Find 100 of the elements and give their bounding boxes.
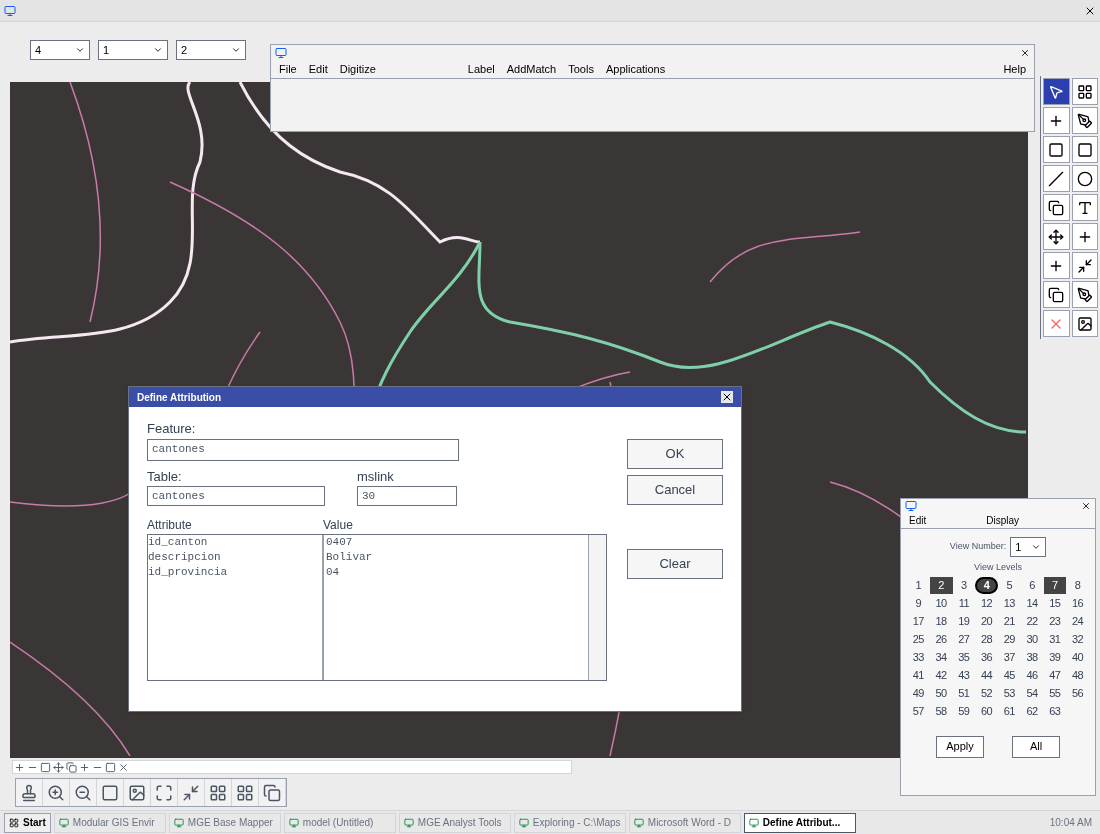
level-toggle[interactable]: 61 [998,702,1021,720]
dropdown[interactable]: 4 [30,40,90,60]
dialog-button[interactable]: Clear [627,549,723,579]
view-control-icon[interactable] [40,761,51,773]
close-icon[interactable] [1020,48,1030,58]
level-toggle[interactable]: 28 [975,630,998,648]
tool-button[interactable] [1071,281,1098,308]
level-toggle[interactable]: 5 [998,576,1021,594]
tool-button[interactable] [1071,310,1098,337]
level-toggle[interactable]: 12 [975,594,998,612]
menu-item[interactable]: Digitize [339,61,376,78]
level-toggle[interactable]: 22 [1020,612,1044,630]
level-toggle[interactable]: 41 [907,666,930,684]
dropdown[interactable]: 2 [176,40,246,60]
level-toggle[interactable]: 29 [998,630,1021,648]
level-button[interactable]: All [1012,735,1060,758]
close-icon[interactable] [1081,501,1091,511]
view-control-icon[interactable] [105,761,116,773]
level-toggle[interactable]: 31 [1043,630,1067,648]
level-toggle[interactable]: 54 [1020,684,1044,702]
level-toggle[interactable]: 21 [998,612,1021,630]
level-toggle[interactable]: 6 [1020,576,1044,594]
level-toggle[interactable]: 49 [907,684,930,702]
level-toggle[interactable]: 57 [907,702,930,720]
menu-item[interactable]: File [279,61,297,78]
level-toggle[interactable]: 48 [1066,666,1089,684]
dropdown[interactable]: 1 [98,40,168,60]
view-control-icon[interactable] [79,761,90,773]
level-toggle[interactable]: 8 [1066,576,1089,594]
level-toggle[interactable]: 16 [1066,594,1089,612]
tool-button[interactable] [1071,194,1098,221]
level-toggle[interactable]: 39 [1043,648,1067,666]
level-toggle[interactable]: 43 [952,666,976,684]
level-toggle[interactable]: 1 [907,576,930,594]
level-toggle[interactable]: 46 [1020,666,1044,684]
level-toggle[interactable]: 19 [952,612,976,630]
dialog-button[interactable]: OK [627,439,723,469]
dialog-button[interactable]: Cancel [627,475,723,505]
level-toggle[interactable]: 14 [1020,594,1044,612]
taskbar-button[interactable]: Microsoft Word - D [628,812,741,833]
level-toggle[interactable]: 18 [929,612,953,630]
level-toggle[interactable]: 23 [1043,612,1067,630]
view-control-icon[interactable] [14,761,25,773]
level-toggle[interactable]: 37 [998,648,1021,666]
view-control-icon[interactable] [53,761,64,773]
taskbar-button[interactable]: MGE Base Mapper [168,812,281,833]
level-toggle[interactable]: 52 [975,684,998,702]
tool-button[interactable] [1071,252,1098,279]
menu-item[interactable]: Edit [308,61,328,78]
taskbar-button[interactable]: Exploring - C:\Maps [513,812,626,833]
level-toggle[interactable]: 4 [975,576,998,594]
level-toggle[interactable]: 13 [998,594,1021,612]
tool-button[interactable] [1071,165,1098,192]
level-toggle[interactable]: 60 [975,702,998,720]
menu-item[interactable]: Applications [605,61,666,78]
level-toggle[interactable]: 55 [1043,684,1067,702]
menu-item[interactable]: Display [986,513,1020,528]
level-toggle[interactable]: 63 [1043,702,1067,720]
level-toggle[interactable]: 45 [998,666,1021,684]
view-control-icon[interactable] [118,761,129,773]
taskbar-button[interactable]: Modular GIS Envir [53,812,166,833]
tool-button[interactable] [1043,281,1070,308]
level-toggle[interactable]: 3 [952,576,976,594]
input-field[interactable]: cantones [147,486,325,506]
level-toggle[interactable]: 17 [907,612,930,630]
level-toggle[interactable]: 27 [952,630,976,648]
level-toggle[interactable]: 47 [1043,666,1067,684]
level-toggle[interactable]: 59 [952,702,976,720]
start-button[interactable]: Start [4,812,51,833]
level-toggle[interactable]: 40 [1066,648,1089,666]
level-toggle[interactable]: 20 [975,612,998,630]
tool-button[interactable] [1043,136,1070,163]
view-control-icon[interactable] [66,761,77,773]
level-toggle[interactable]: 2 [929,576,953,594]
menu-item[interactable]: Tools [568,61,594,78]
taskbar-button[interactable]: Define Attribut... [743,812,856,833]
level-toggle[interactable]: 36 [975,648,998,666]
level-toggle[interactable]: 51 [952,684,976,702]
menu-item[interactable]: Help [1003,61,1026,78]
dropdown[interactable]: 1 [1010,537,1047,557]
level-toggle[interactable]: 34 [929,648,953,666]
level-toggle[interactable]: 56 [1066,684,1089,702]
level-toggle[interactable]: 15 [1043,594,1067,612]
menu-item[interactable]: Edit [909,513,927,528]
tool-button[interactable] [1043,223,1070,250]
level-button[interactable]: Apply [936,735,984,758]
level-toggle[interactable]: 9 [907,594,930,612]
level-toggle[interactable]: 33 [907,648,930,666]
level-toggle[interactable]: 30 [1020,630,1044,648]
tool-button[interactable] [1043,78,1070,105]
menu-item[interactable]: Label [467,61,495,78]
menu-item[interactable]: AddMatch [506,61,557,78]
level-toggle[interactable]: 58 [929,702,953,720]
tool-button[interactable] [1071,223,1098,250]
level-toggle[interactable]: 44 [975,666,998,684]
tool-button[interactable] [1071,78,1098,105]
tool-button[interactable] [1071,107,1098,134]
tool-button[interactable] [1071,136,1098,163]
close-icon[interactable] [721,391,733,403]
input-field[interactable]: cantones [147,438,459,461]
